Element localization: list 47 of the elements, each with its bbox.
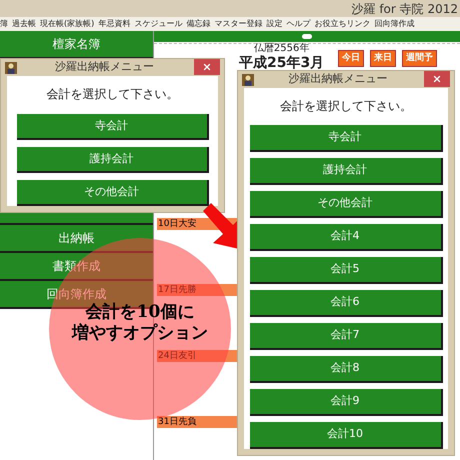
close-button[interactable] bbox=[424, 71, 450, 87]
day-label: 24日友引 bbox=[157, 350, 239, 362]
month-title: 平成25年3月 bbox=[239, 56, 324, 70]
menu-item[interactable]: 設定 bbox=[266, 18, 282, 30]
account-button[interactable]: 寺会計 bbox=[250, 125, 442, 152]
calendar-button[interactable]: 今日 bbox=[338, 50, 364, 67]
account-button[interactable]: 寺会計 bbox=[16, 114, 208, 140]
menu-item[interactable]: 年忌資料 bbox=[98, 18, 130, 30]
menu-item[interactable]: 回向簿作成 bbox=[374, 18, 414, 30]
account-button[interactable]: 会計6 bbox=[250, 290, 442, 317]
close-icon bbox=[202, 62, 212, 72]
account-button[interactable]: 会計10 bbox=[250, 422, 442, 449]
account-button[interactable]: その他会計 bbox=[16, 180, 208, 206]
menu-item[interactable]: 備忘録 bbox=[186, 18, 210, 30]
calendar-button[interactable]: 来日 bbox=[370, 50, 396, 67]
menu-item[interactable]: マスター登録 bbox=[214, 18, 262, 30]
calendar-button[interactable]: 週間予 bbox=[402, 50, 438, 67]
app-icon bbox=[5, 62, 17, 74]
menu-item[interactable]: 簿 bbox=[0, 18, 8, 30]
dialog-title: 沙羅出納帳メニュー bbox=[288, 71, 388, 88]
dialog-prompt: 会計を選択して下さい。 bbox=[46, 86, 178, 103]
app-icon bbox=[242, 74, 254, 86]
day-label: 31日先負 bbox=[157, 416, 239, 428]
sidebar-button[interactable]: 檀家名簿 bbox=[0, 31, 153, 57]
close-button[interactable] bbox=[194, 59, 220, 75]
dialog-prompt: 会計を選択して下さい。 bbox=[280, 98, 412, 115]
callout-text: 増やすオプション bbox=[72, 323, 208, 344]
sidebar-button[interactable]: 書類作成 bbox=[0, 253, 153, 279]
account-button[interactable]: その他会計 bbox=[250, 191, 442, 218]
account-button[interactable]: 会計4 bbox=[250, 224, 442, 251]
account-button[interactable]: 会計8 bbox=[250, 356, 442, 383]
menu-item[interactable]: お役立ちリンク bbox=[314, 18, 370, 30]
menu-item[interactable]: 現在帳(家族帳) bbox=[40, 18, 94, 30]
era-year: 仏暦2556年 bbox=[254, 42, 310, 55]
menu-item[interactable]: ヘルプ bbox=[286, 18, 310, 30]
account-button[interactable]: 護持会計 bbox=[250, 158, 442, 185]
account-button[interactable]: 会計9 bbox=[250, 389, 442, 416]
menu-item[interactable]: 過去帳 bbox=[12, 18, 36, 30]
account-button[interactable]: 会計7 bbox=[250, 323, 442, 350]
account-button[interactable]: 会計5 bbox=[250, 257, 442, 284]
day-label: 17日先勝 bbox=[157, 284, 239, 296]
close-icon bbox=[432, 74, 442, 84]
sidebar-button[interactable]: 出納帳 bbox=[0, 225, 153, 251]
account-button[interactable]: 護持会計 bbox=[16, 147, 208, 173]
dialog-title: 沙羅出納帳メニュー bbox=[54, 59, 155, 76]
menu-item[interactable]: スケジュール bbox=[134, 18, 182, 30]
app-title: 沙羅 for 寺院 2012 bbox=[352, 0, 458, 18]
